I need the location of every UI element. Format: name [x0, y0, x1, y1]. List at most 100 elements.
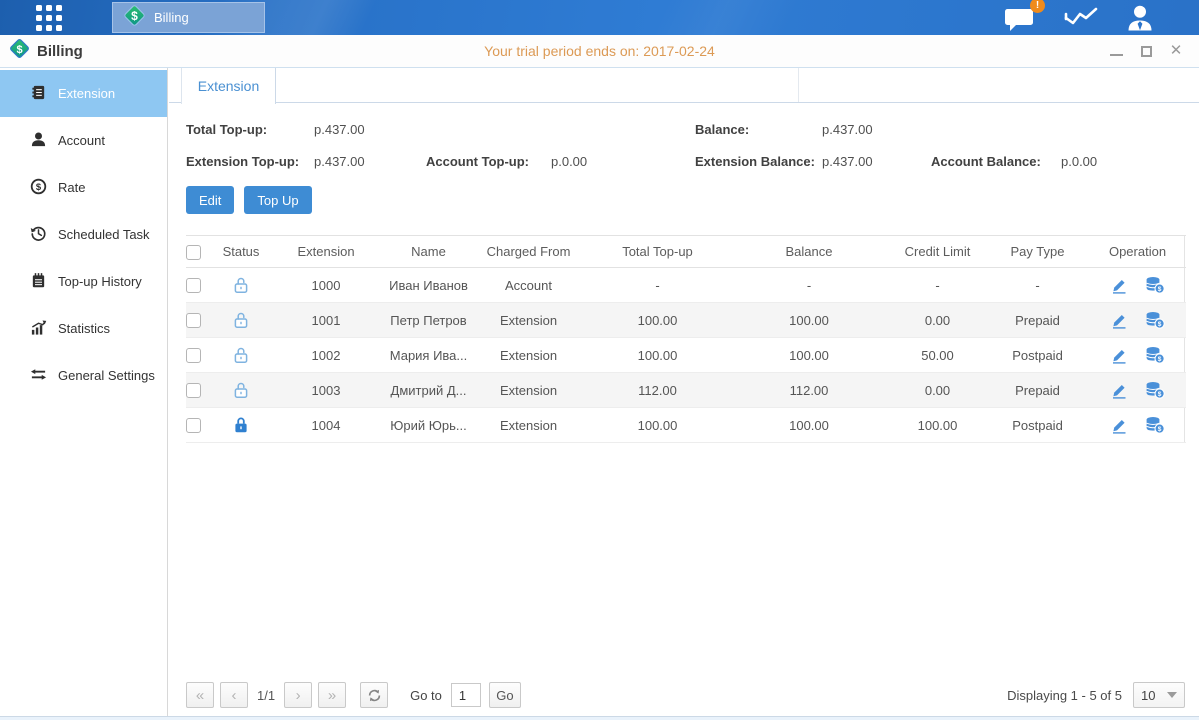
row-checkbox[interactable] — [186, 313, 201, 328]
sidebar-item-topup-history[interactable]: Top-up History — [0, 258, 167, 305]
row-checkbox[interactable] — [186, 383, 201, 398]
apps-grid-icon[interactable] — [36, 5, 68, 31]
extension-cell: 1001 — [266, 303, 386, 338]
billing-diamond-icon-small: $ — [9, 38, 30, 64]
total-topup-value: p.437.00 — [314, 122, 426, 137]
topup-extension-icon[interactable]: $ — [1145, 276, 1165, 294]
refresh-icon — [367, 688, 382, 703]
first-page-button[interactable]: « — [186, 682, 214, 708]
col-operation: Operation — [1089, 236, 1186, 268]
edit-extension-icon[interactable] — [1110, 312, 1128, 329]
name-cell: Иван Иванов — [386, 268, 471, 303]
sidebar-item-account[interactable]: Account — [0, 117, 167, 164]
user-icon[interactable] — [1125, 4, 1155, 31]
edit-extension-icon[interactable] — [1110, 382, 1128, 399]
balance-cell: 100.00 — [729, 408, 889, 443]
refresh-button[interactable] — [360, 682, 388, 708]
col-credit-limit: Credit Limit — [889, 236, 986, 268]
edit-extension-icon[interactable] — [1110, 347, 1128, 364]
page-title: Billing — [37, 43, 83, 60]
topup-extension-icon[interactable]: $ — [1145, 311, 1165, 329]
col-pay-type: Pay Type — [986, 236, 1089, 268]
balance-label: Balance: — [695, 122, 822, 137]
row-checkbox[interactable] — [186, 418, 201, 433]
pay-type-cell: Postpaid — [986, 338, 1089, 373]
pagination-bar: « ‹ 1/1 › » Go to Go Displaying 1 - 5 of… — [186, 682, 1185, 708]
topup-extension-icon[interactable]: $ — [1145, 346, 1165, 364]
edit-extension-icon[interactable] — [1110, 277, 1128, 294]
notebook-icon — [30, 84, 47, 104]
edit-button[interactable]: Edit — [186, 186, 234, 214]
svg-text:$: $ — [16, 44, 22, 56]
credit-limit-cell: 50.00 — [889, 338, 986, 373]
row-checkbox-cell — [186, 303, 216, 338]
topup-extension-icon[interactable]: $ — [1145, 416, 1165, 434]
col-charged-from: Charged From — [471, 236, 586, 268]
table-row[interactable]: 1004 Юрий Юрь... Extension 100.00 100.00… — [186, 408, 1186, 443]
row-checkbox-cell — [186, 268, 216, 303]
row-checkbox-cell — [186, 408, 216, 443]
svg-text:$: $ — [1158, 356, 1162, 363]
name-cell: Дмитрий Д... — [386, 373, 471, 408]
sidebar-item-scheduled-task[interactable]: Scheduled Task — [0, 211, 167, 258]
row-checkbox[interactable] — [186, 348, 201, 363]
sidebar-item-rate[interactable]: $ Rate — [0, 164, 167, 211]
billing-diamond-icon: $ — [123, 4, 146, 32]
sidebar-item-extension[interactable]: Extension — [0, 70, 167, 117]
account-topup-value: p.0.00 — [551, 154, 695, 169]
go-button[interactable]: Go — [489, 682, 521, 708]
credit-limit-cell: - — [889, 268, 986, 303]
minimize-icon[interactable] — [1109, 44, 1123, 58]
table-row[interactable]: 1001 Петр Петров Extension 100.00 100.00… — [186, 303, 1186, 338]
billing-window: $ Billing ! — [0, 0, 1199, 720]
select-all-checkbox[interactable] — [186, 245, 201, 260]
table-row[interactable]: 1000 Иван Иванов Account - - - - $ — [186, 268, 1186, 303]
charged-from-cell: Extension — [471, 408, 586, 443]
extension-balance-value: p.437.00 — [822, 154, 931, 169]
page-size-select[interactable]: 10 — [1133, 682, 1185, 708]
row-checkbox[interactable] — [186, 278, 201, 293]
status-cell — [216, 338, 266, 373]
row-checkbox-cell — [186, 373, 216, 408]
last-page-button[interactable]: » — [318, 682, 346, 708]
tab-strip: Extension — [169, 68, 1199, 103]
notification-badge: ! — [1030, 0, 1045, 13]
status-unlocked-icon — [233, 346, 249, 364]
billing-app-tab[interactable]: $ Billing — [112, 2, 265, 33]
credit-limit-cell: 0.00 — [889, 373, 986, 408]
top-up-button[interactable]: Top Up — [244, 186, 311, 214]
edit-extension-icon[interactable] — [1110, 417, 1128, 434]
sidebar-item-general-settings[interactable]: General Settings — [0, 352, 167, 399]
total-topup-cell: 100.00 — [586, 338, 729, 373]
sidebar-item-statistics[interactable]: Statistics — [0, 305, 167, 352]
summary-stats: Total Top-up: p.437.00 Balance: p.437.00… — [186, 122, 1185, 169]
page-size-value: 10 — [1141, 688, 1155, 703]
trial-notice: Your trial period ends on: 2017-02-24 — [0, 43, 1199, 59]
balance-cell: 100.00 — [729, 338, 889, 373]
sidebar-item-label: Account — [58, 133, 105, 148]
charged-from-cell: Account — [471, 268, 586, 303]
topup-extension-icon[interactable]: $ — [1145, 381, 1165, 399]
total-topup-cell: - — [586, 268, 729, 303]
next-page-button[interactable]: › — [284, 682, 312, 708]
line-chart-icon[interactable] — [1064, 5, 1098, 31]
table-row[interactable]: 1002 Мария Ива... Extension 100.00 100.0… — [186, 338, 1186, 373]
chevron-down-icon — [1167, 692, 1177, 698]
maximize-icon[interactable] — [1139, 44, 1153, 58]
col-total-topup: Total Top-up — [586, 236, 729, 268]
goto-page-input[interactable] — [451, 683, 481, 707]
svg-text:$: $ — [1158, 391, 1162, 398]
table-row[interactable]: 1003 Дмитрий Д... Extension 112.00 112.0… — [186, 373, 1186, 408]
chat-icon[interactable]: ! — [1004, 4, 1037, 32]
prev-page-button[interactable]: ‹ — [220, 682, 248, 708]
history-clock-icon — [30, 225, 47, 245]
pay-type-cell: Prepaid — [986, 303, 1089, 338]
sidebar-item-label: Statistics — [58, 321, 110, 336]
extension-topup-value: p.437.00 — [314, 154, 426, 169]
close-icon[interactable]: ✕ — [1169, 44, 1183, 58]
billing-app-tab-label: Billing — [154, 10, 189, 25]
tab-extension[interactable]: Extension — [181, 68, 276, 104]
status-cell — [216, 373, 266, 408]
sidebar-item-label: Scheduled Task — [58, 227, 150, 242]
credit-limit-cell: 100.00 — [889, 408, 986, 443]
